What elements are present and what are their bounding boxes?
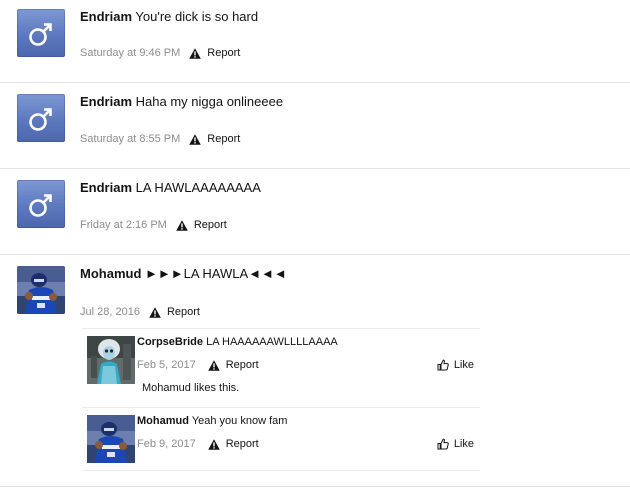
like-button[interactable]: Like [437, 438, 474, 450]
comment-meta: Feb 5, 2017 Report [137, 359, 259, 371]
avatar[interactable] [87, 415, 135, 463]
post-text: You're dick is so hard [135, 9, 259, 24]
post-meta: Friday at 2:16 PM Report [80, 219, 227, 231]
comment-message: CorpseBride LA HAAAAAAWLLLLAAAA [137, 335, 338, 349]
male-symbol-icon [17, 94, 65, 142]
comment-date[interactable]: Feb 9, 2017 [137, 438, 196, 450]
avatar[interactable] [17, 9, 65, 57]
post-text: LA HAWLAAAAAAAA [135, 180, 261, 195]
corpse-bride-photo [87, 336, 135, 384]
post-meta: Jul 28, 2016 Report [80, 306, 200, 318]
comment-text: LA HAAAAAAWLLLLAAAA [206, 336, 338, 348]
comment: CorpseBride LA HAAAAAAWLLLLAAAA Feb 5, 2… [82, 329, 480, 406]
comment-meta: Feb 9, 2017 Report [137, 438, 259, 450]
likes-summary[interactable]: Mohamud likes this. [142, 382, 239, 394]
post-text: Haha my nigga onlineeee [135, 94, 284, 109]
avatar[interactable] [17, 180, 65, 228]
warning-icon [189, 134, 201, 145]
post-date[interactable]: Saturday at 8:55 PM [80, 133, 180, 145]
report-link[interactable]: Report [208, 438, 259, 450]
football-player-photo [87, 415, 135, 463]
warning-icon [208, 439, 220, 450]
comment-author[interactable]: Mohamud [137, 415, 189, 427]
thumbs-up-icon [437, 438, 449, 450]
warning-icon [176, 220, 188, 231]
report-link[interactable]: Report [189, 133, 240, 145]
post-date[interactable]: Saturday at 9:46 PM [80, 47, 180, 59]
post-text: ►►►LA HAWLA◄◄◄ [145, 266, 287, 281]
report-label: Report [207, 47, 241, 59]
post-author[interactable]: Mohamud [80, 266, 141, 281]
post-author[interactable]: Endriam [80, 9, 132, 24]
like-label: Like [453, 438, 474, 450]
warning-icon [189, 48, 201, 59]
profile-post: Endriam LA HAWLAAAAAAAA Friday at 2:16 P… [0, 169, 630, 255]
report-label: Report [207, 133, 241, 145]
profile-post: Mohamud ►►►LA HAWLA◄◄◄ Jul 28, 2016 Repo… [0, 255, 630, 487]
report-label: Report [225, 359, 259, 371]
avatar[interactable] [87, 336, 135, 384]
comment: Mohamud Yeah you know fam Feb 9, 2017 Re… [82, 408, 480, 470]
avatar[interactable] [17, 94, 65, 142]
report-label: Report [193, 219, 227, 231]
post-author[interactable]: Endriam [80, 180, 132, 195]
report-link[interactable]: Report [149, 306, 200, 318]
report-link[interactable]: Report [189, 47, 240, 59]
post-author[interactable]: Endriam [80, 94, 132, 109]
comment-divider [82, 470, 480, 471]
report-link[interactable]: Report [176, 219, 227, 231]
like-label: Like [453, 359, 474, 371]
report-label: Report [225, 438, 259, 450]
post-message: Endriam LA HAWLAAAAAAAA [80, 180, 261, 196]
football-player-photo [17, 266, 65, 314]
post-message: Endriam You're dick is so hard [80, 9, 258, 25]
report-label: Report [166, 306, 200, 318]
post-meta: Saturday at 8:55 PM Report [80, 133, 240, 145]
report-link[interactable]: Report [208, 359, 259, 371]
warning-icon [208, 360, 220, 371]
post-message: Endriam Haha my nigga onlineeee [80, 94, 283, 110]
comment-author[interactable]: CorpseBride [137, 336, 203, 348]
post-message: Mohamud ►►►LA HAWLA◄◄◄ [80, 266, 287, 282]
avatar[interactable] [17, 266, 65, 314]
profile-post: Endriam You're dick is so hard Saturday … [0, 0, 630, 83]
male-symbol-icon [17, 9, 65, 57]
post-date[interactable]: Friday at 2:16 PM [80, 219, 167, 231]
post-meta: Saturday at 9:46 PM Report [80, 47, 240, 59]
profile-post: Endriam Haha my nigga onlineeee Saturday… [0, 83, 630, 169]
like-button[interactable]: Like [437, 359, 474, 371]
comment-date[interactable]: Feb 5, 2017 [137, 359, 196, 371]
male-symbol-icon [17, 180, 65, 228]
thumbs-up-icon [437, 359, 449, 371]
warning-icon [149, 307, 161, 318]
post-date[interactable]: Jul 28, 2016 [80, 306, 140, 318]
comment-text: Yeah you know fam [191, 415, 288, 427]
comment-message: Mohamud Yeah you know fam [137, 414, 287, 428]
